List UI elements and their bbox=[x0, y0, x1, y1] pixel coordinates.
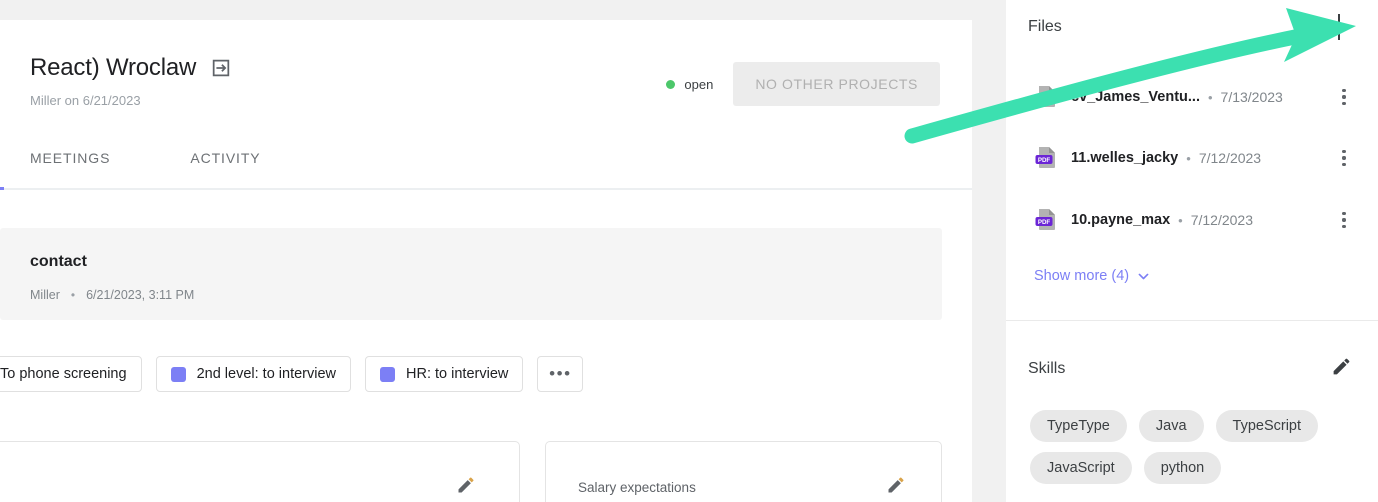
files-section-title: Files bbox=[1028, 18, 1062, 35]
file-separator: • bbox=[1186, 150, 1191, 166]
file-name: cv_James_Ventu... bbox=[1071, 89, 1200, 105]
plus-icon[interactable] bbox=[1326, 14, 1352, 40]
kebab-menu-icon[interactable] bbox=[1334, 86, 1354, 108]
action-label: To phone screening bbox=[0, 366, 127, 382]
show-more-files-link[interactable]: Show more (4) bbox=[1034, 268, 1150, 284]
action-button-row: To phone screening 2nd level: to intervi… bbox=[0, 356, 584, 392]
pencil-icon[interactable] bbox=[456, 475, 476, 495]
skills-section-header: Skills bbox=[1006, 355, 1378, 383]
skill-chip[interactable]: TypeType bbox=[1030, 410, 1127, 442]
tab-meetings[interactable]: MEETINGS bbox=[30, 140, 110, 166]
contact-card-meta: Miller • 6/21/2023, 3:11 PM bbox=[30, 288, 194, 302]
tab-activity[interactable]: ACTIVITY bbox=[190, 140, 260, 166]
tab-bar: MEETINGS ACTIVITY bbox=[0, 140, 972, 190]
action-hr-to-interview[interactable]: HR: to interview bbox=[365, 356, 524, 392]
action-to-phone-screening[interactable]: To phone screening bbox=[0, 356, 142, 392]
sidebar-section-divider bbox=[1006, 320, 1378, 321]
contact-card-title: contact bbox=[30, 253, 87, 270]
status-label: open bbox=[684, 76, 714, 92]
file-date: 7/13/2023 bbox=[1220, 89, 1283, 105]
page-title-row: React) Wroclaw bbox=[30, 54, 232, 82]
action-label: HR: to interview bbox=[406, 366, 509, 382]
contact-timestamp: 6/21/2023, 3:11 PM bbox=[86, 288, 195, 302]
svg-text:PDF: PDF bbox=[1038, 157, 1051, 164]
salary-expectations-label: Salary expectations bbox=[578, 480, 696, 495]
list-item[interactable]: PDF 10.payne_max • 7/12/2023 bbox=[1006, 205, 1378, 235]
svg-text:PDF: PDF bbox=[1038, 219, 1051, 226]
pdf-file-icon: PDF bbox=[1034, 207, 1060, 233]
skills-section-title: Skills bbox=[1028, 360, 1066, 377]
tab-bar-underline bbox=[0, 188, 972, 190]
bottom-card-salary-expectations: Salary expectations bbox=[545, 441, 942, 502]
file-separator: • bbox=[1207, 89, 1213, 105]
show-more-label: Show more (4) bbox=[1034, 268, 1130, 284]
page-title: React) Wroclaw bbox=[30, 54, 197, 81]
header-right-controls: open NO OTHER PROJECTS bbox=[666, 62, 940, 106]
contact-author: Miller bbox=[30, 288, 60, 302]
open-in-new-icon[interactable] bbox=[210, 57, 232, 79]
top-background-strip bbox=[0, 0, 972, 20]
status-dot-icon bbox=[666, 79, 676, 89]
file-name: 11.welles_jacky bbox=[1071, 150, 1179, 166]
right-sidebar: Files DOC cv_James_Ventu... • 7/13/2023 bbox=[1006, 0, 1378, 502]
meta-separator: • bbox=[70, 288, 76, 302]
kebab-menu-icon[interactable] bbox=[1334, 209, 1354, 231]
file-date: 7/12/2023 bbox=[1190, 212, 1254, 228]
skills-chip-list: TypeType Java TypeScript JavaScript pyth… bbox=[1030, 410, 1370, 484]
svg-text:DOC: DOC bbox=[1037, 96, 1051, 103]
main-panel: React) Wroclaw Miller on 6/21/2023 open … bbox=[0, 20, 972, 502]
doc-file-icon: DOC bbox=[1034, 84, 1060, 110]
skill-chip[interactable]: JavaScript bbox=[1030, 452, 1132, 484]
pencil-icon[interactable] bbox=[1331, 356, 1352, 382]
page-subtitle: Miller on 6/21/2023 bbox=[30, 93, 141, 108]
skill-chip[interactable]: python bbox=[1143, 452, 1222, 484]
color-swatch-icon bbox=[380, 366, 396, 382]
skill-chip[interactable]: Java bbox=[1138, 410, 1204, 442]
action-label: 2nd level: to interview bbox=[196, 366, 337, 382]
page-header: React) Wroclaw Miller on 6/21/2023 open … bbox=[0, 38, 972, 110]
panel-gutter bbox=[972, 0, 1006, 502]
file-name: 10.payne_max bbox=[1071, 212, 1171, 228]
list-item[interactable]: DOC cv_James_Ventu... • 7/13/2023 bbox=[1006, 82, 1378, 112]
contact-card[interactable]: contact Miller • 6/21/2023, 3:11 PM bbox=[0, 228, 942, 320]
kebab-menu-icon[interactable] bbox=[1334, 147, 1354, 169]
color-swatch-icon bbox=[170, 366, 186, 382]
file-date: 7/12/2023 bbox=[1198, 150, 1262, 166]
status-badge: open bbox=[666, 77, 713, 92]
app-root: React) Wroclaw Miller on 6/21/2023 open … bbox=[0, 0, 1378, 502]
list-item[interactable]: PDF 11.welles_jacky • 7/12/2023 bbox=[1006, 143, 1378, 173]
chevron-down-icon bbox=[1138, 273, 1149, 279]
no-other-projects-button[interactable]: NO OTHER PROJECTS bbox=[733, 62, 940, 106]
action-more-options-button[interactable]: ••• bbox=[537, 356, 584, 392]
file-separator: • bbox=[1178, 212, 1183, 228]
tab-active-indicator bbox=[0, 187, 4, 190]
files-section-header: Files bbox=[1006, 14, 1378, 40]
bottom-card-left bbox=[0, 441, 520, 502]
pencil-icon[interactable] bbox=[886, 475, 906, 495]
action-2nd-level-to-interview[interactable]: 2nd level: to interview bbox=[155, 356, 352, 392]
skill-chip[interactable]: TypeScript bbox=[1215, 410, 1319, 442]
pdf-file-icon: PDF bbox=[1034, 145, 1060, 171]
